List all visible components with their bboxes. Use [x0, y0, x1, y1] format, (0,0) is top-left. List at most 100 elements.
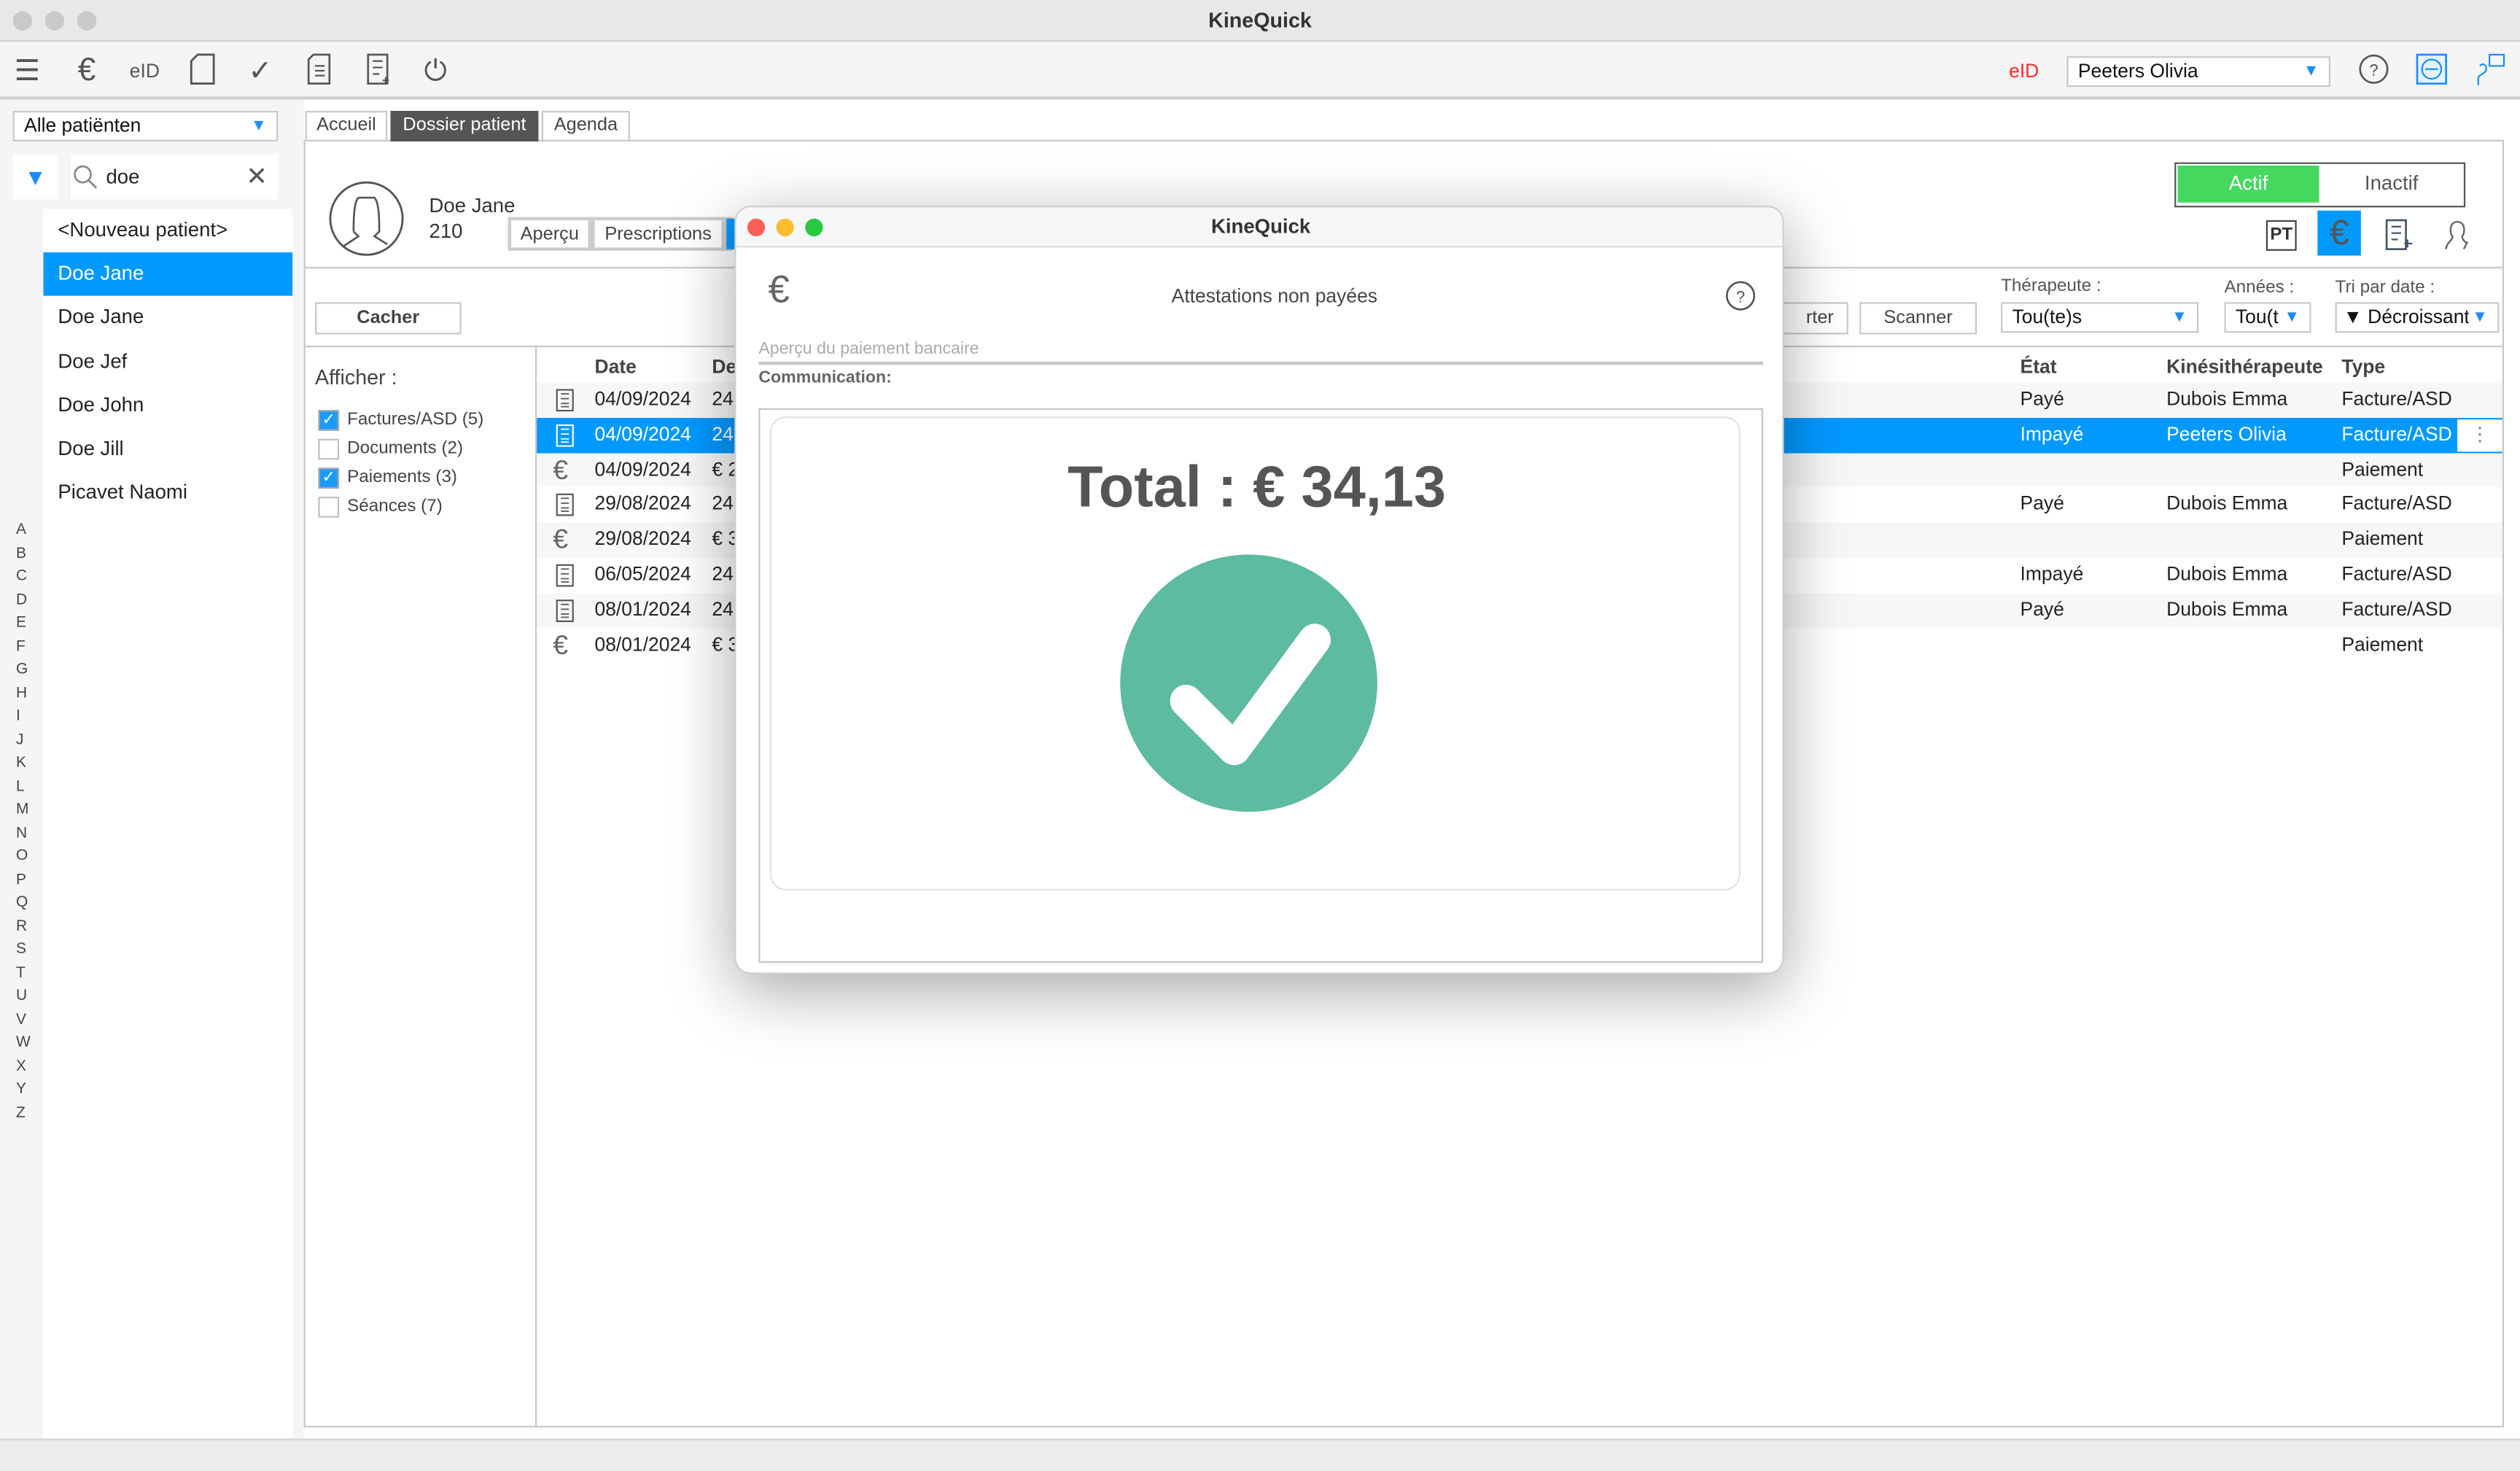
tab-accueil[interactable]: Accueil: [305, 111, 388, 141]
dialog-close-button[interactable]: [747, 218, 766, 237]
bank-payment-preview-label: Aperçu du paiement bancaire: [758, 339, 979, 359]
euro-icon: €: [553, 454, 569, 485]
cacher-button[interactable]: Cacher: [315, 302, 462, 335]
dialog-zoom-button[interactable]: [805, 218, 823, 237]
payment-dialog: KineQuick € Attestations non payées ? Ap…: [734, 206, 1784, 974]
alphabet-letter-e[interactable]: E: [16, 614, 26, 632]
invoice-add-icon[interactable]: [2385, 219, 2414, 251]
subtab-apercu[interactable]: Aperçu: [509, 218, 590, 249]
cell-therapist: Dubois Emma: [2166, 562, 2288, 586]
sort-select[interactable]: ▼ Décroissant ▼: [2335, 302, 2500, 333]
alphabet-letter-b[interactable]: B: [16, 544, 26, 562]
filter-checkbox[interactable]: ✓: [318, 410, 340, 431]
alphabet-letter-y[interactable]: Y: [16, 1080, 26, 1098]
alphabet-letter-w[interactable]: W: [16, 1033, 31, 1051]
inactif-toggle[interactable]: Inactif: [2321, 166, 2462, 203]
user-icon[interactable]: [2440, 219, 2472, 251]
filter-checkbox[interactable]: ✓: [318, 467, 340, 489]
document-icon[interactable]: [183, 53, 222, 88]
alphabet-letter-h[interactable]: H: [16, 684, 27, 702]
alphabet-letter-j[interactable]: J: [16, 731, 23, 748]
tab-dossier-patient[interactable]: Dossier patient: [390, 111, 539, 141]
support-chat-icon[interactable]: [2470, 53, 2509, 88]
cell-type: Paiement: [2341, 527, 2424, 551]
column-header-date[interactable]: Date: [595, 355, 637, 378]
alphabet-letter-c[interactable]: C: [16, 567, 27, 585]
euro-icon: €: [553, 524, 569, 555]
patient-list-item[interactable]: Doe Jef: [44, 340, 293, 384]
help-icon[interactable]: ?: [2354, 53, 2393, 88]
actif-toggle[interactable]: Actif: [2177, 166, 2319, 203]
alphabet-letter-z[interactable]: Z: [16, 1103, 26, 1121]
power-icon[interactable]: ⏻: [416, 53, 455, 88]
clear-search-icon[interactable]: ✕: [246, 160, 268, 193]
invoice-add-icon[interactable]: [360, 53, 399, 88]
chevron-down-icon: ▼: [251, 117, 267, 136]
filter-toggle-button[interactable]: ▼: [12, 154, 58, 200]
alphabet-letter-o[interactable]: O: [16, 847, 28, 865]
column-header-state[interactable]: État: [2021, 355, 2057, 378]
patient-list-item[interactable]: <Nouveau patient>: [44, 209, 293, 253]
row-options-icon[interactable]: ⋮: [2457, 419, 2502, 451]
alphabet-letter-q[interactable]: Q: [16, 893, 28, 911]
remote-icon[interactable]: [2412, 53, 2451, 88]
patient-filter-value: Alle patiënten: [24, 114, 141, 137]
divider: [758, 361, 1763, 365]
alphabet-letter-d[interactable]: D: [16, 591, 27, 608]
menu-icon[interactable]: ☰: [8, 53, 47, 88]
alphabet-letter-l[interactable]: L: [16, 777, 25, 795]
patient-list-item[interactable]: Doe Jane: [44, 296, 293, 340]
subtab-prescriptions[interactable]: Prescriptions: [593, 218, 723, 249]
euro-icon[interactable]: €: [2317, 210, 2361, 256]
help-icon[interactable]: ?: [1724, 280, 1757, 312]
patient-list: <Nouveau patient> Doe Jane Doe Jane Doe Jef…: [43, 209, 293, 1439]
years-value: Tou(t: [2235, 305, 2279, 328]
eid-icon[interactable]: eID: [125, 53, 164, 88]
patient-list-item[interactable]: Doe Jane: [43, 252, 293, 296]
sort-label: Tri par date :: [2335, 278, 2435, 298]
patient-list-item[interactable]: Doe Jill: [44, 427, 293, 471]
therapist-filter-select[interactable]: Tou(te)s ▼: [2001, 302, 2199, 333]
alphabet-letter-p[interactable]: P: [16, 871, 26, 888]
dialog-minimize-button[interactable]: [776, 218, 794, 237]
years-select[interactable]: Tou(t ▼: [2224, 302, 2311, 333]
patient-list-item[interactable]: Picavet Naomi: [44, 471, 293, 515]
alphabet-letter-i[interactable]: I: [16, 707, 20, 725]
alphabet-letter-x[interactable]: X: [16, 1057, 26, 1074]
alphabet-letter-m[interactable]: M: [16, 801, 28, 818]
alphabet-letter-n[interactable]: N: [16, 824, 27, 842]
search-input[interactable]: doe: [106, 166, 139, 188]
avatar: [329, 181, 404, 256]
alphabet-letter-t[interactable]: T: [16, 963, 26, 981]
euro-bank-icon[interactable]: €: [68, 53, 106, 88]
therapist-select[interactable]: Peeters Olivia ▼: [2066, 56, 2330, 88]
scanner-button[interactable]: Scanner: [1859, 302, 1978, 335]
filter-checkbox[interactable]: [318, 438, 340, 460]
alphabet-letter-u[interactable]: U: [16, 987, 27, 1004]
invoice-check-icon[interactable]: [300, 53, 339, 88]
alphabet-letter-g[interactable]: G: [16, 661, 28, 678]
checkmark-icon[interactable]: ✓: [241, 53, 280, 88]
alphabet-letter-f[interactable]: F: [16, 637, 26, 655]
cell-state: Payé: [2020, 492, 2064, 516]
alphabet-letter-s[interactable]: S: [16, 940, 26, 958]
close-window-button[interactable]: [12, 11, 33, 31]
chevron-down-icon: ▼: [2303, 62, 2319, 81]
alphabet-letter-k[interactable]: K: [16, 754, 26, 772]
patient-filter-select[interactable]: Alle patiënten ▼: [12, 111, 279, 141]
patient-search-field[interactable]: doe ✕: [70, 154, 279, 200]
euro-icon: €: [553, 629, 569, 660]
minimize-window-button[interactable]: [44, 11, 65, 31]
filter-checkbox[interactable]: [318, 497, 340, 518]
pt-icon[interactable]: PT: [2266, 220, 2297, 251]
column-header-type[interactable]: Type: [2341, 355, 2385, 378]
zoom-window-button[interactable]: [77, 11, 97, 31]
column-header-therapist[interactable]: Kinésithérapeute: [2166, 355, 2323, 378]
cell-state: Payé: [2020, 387, 2064, 411]
column-header-description[interactable]: De: [712, 355, 736, 378]
alphabet-letter-v[interactable]: V: [16, 1010, 26, 1028]
alphabet-letter-a[interactable]: A: [16, 521, 26, 538]
tab-agenda[interactable]: Agenda: [541, 111, 631, 141]
patient-list-item[interactable]: Doe John: [44, 384, 293, 427]
alphabet-letter-r[interactable]: R: [16, 917, 27, 934]
